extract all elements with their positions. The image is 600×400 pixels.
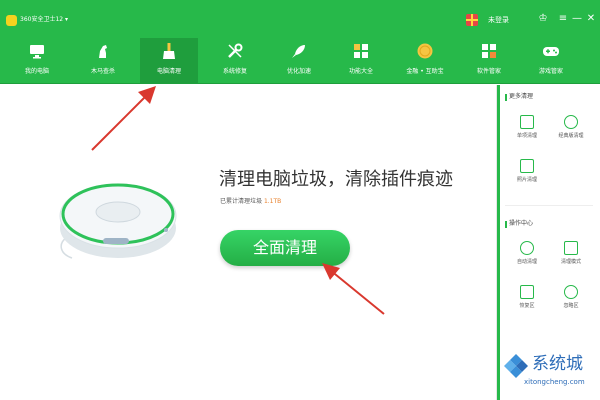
title-bar: 360安全卫士12 ▾ 未登录 ♔ ≡ — ✕ [0,0,600,38]
nav-label: 金融 • 互助宝 [406,68,444,75]
sidebar-item-auto-clean[interactable]: 自动清理 [507,241,547,271]
software-icon [482,44,496,58]
sidebar-item-restore[interactable]: 恢复区 [507,285,547,315]
sidebar-item-label: 经典版清理 [558,133,584,139]
watermark-url: xitongcheng.com [524,378,585,386]
nav-game-manager[interactable]: 游戏管家 [522,38,580,84]
rocket-icon [292,45,305,58]
single-clean-icon [520,115,534,129]
watermark-logo-icon [504,354,528,378]
monitor-icon [30,45,44,59]
sidebar-accent-bar [497,85,500,400]
section-title-more-clean: 更多清理 [509,93,534,100]
minimize-button[interactable]: — [570,12,584,26]
sidebar-item-label: 恢复区 [519,303,535,309]
auto-clean-icon [520,241,534,255]
nav-label: 我的电脑 [24,68,49,75]
sidebar-item-label: 清理模式 [560,259,581,265]
section-marker [505,94,507,101]
sidebar-item-ignore[interactable]: 忽略区 [551,285,591,315]
arrow-to-nav-clean [91,86,156,151]
sidebar-item-label: 忽略区 [563,303,579,309]
cleaned-total-value: 1.1TB [263,198,282,205]
clean-mode-icon [564,241,578,255]
cleaned-total-label: 已累计清理垃圾 [220,198,263,205]
skin-icon[interactable]: ♔ [536,12,550,26]
classic-clean-icon [564,115,578,129]
broom-icon [163,43,175,59]
nav-pc-clean[interactable]: 电脑清理 [140,38,198,84]
sidebar-item-label: 照片清理 [516,177,537,183]
section-title-operation-center: 操作中心 [509,220,534,227]
grid-icon [354,44,368,58]
section-marker [505,221,507,228]
app-logo-icon [6,15,17,26]
gamepad-icon [543,47,559,56]
restore-icon [520,285,534,299]
nav-speed-up[interactable]: 优化加速 [270,38,328,84]
nav-label: 系统修复 [222,68,247,75]
sidebar-item-label: 单项清理 [516,133,537,139]
nav-software-manager[interactable]: 软件管家 [460,38,518,84]
sidebar-item-photo-clean[interactable]: 照片清理 [507,159,547,189]
cleaned-total: 已累计清理垃圾 1.1TB [220,198,281,206]
arrow-to-clean-button [322,263,385,315]
horse-icon [99,45,107,58]
sidebar-item-clean-mode[interactable]: 清理模式 [551,241,591,271]
photo-clean-icon [520,159,534,173]
nav-trojan-scan[interactable]: 木马查杀 [74,38,132,84]
wrench-icon [228,43,243,58]
sidebar-item-label: 自动清理 [516,259,537,265]
ignore-icon [564,285,578,299]
menu-icon[interactable]: ≡ [556,12,570,26]
robot-vacuum-illustration [59,183,177,259]
close-button[interactable]: ✕ [584,12,598,26]
watermark-text: 系统城 [532,354,583,374]
nav-label: 游戏管家 [538,68,563,75]
page-title: 清理电脑垃圾，清除插件痕迹 [219,169,453,190]
nav-label: 木马查杀 [90,68,115,75]
full-clean-button[interactable]: 全面清理 [220,230,350,266]
nav-label: 优化加速 [286,68,311,75]
nav-finance[interactable]: 金融 • 互助宝 [396,38,454,84]
sidebar-divider [505,205,593,206]
nav-label: 软件管家 [476,68,501,75]
nav-my-computer[interactable]: 我的电脑 [8,38,66,84]
nav-label: 功能大全 [348,68,373,75]
nav-label: 电脑清理 [156,68,181,75]
app-window: 360安全卫士12 ▾ 未登录 ♔ ≡ — ✕ 我的电脑 木马查杀 电脑清理 系… [0,0,600,400]
coin-icon [417,43,433,59]
sidebar-item-single-clean[interactable]: 单项清理 [507,115,547,145]
app-title[interactable]: 360安全卫士12 ▾ [20,15,68,25]
gift-icon[interactable] [466,14,478,26]
login-link[interactable]: 未登录 [488,15,509,25]
sidebar-item-classic-clean[interactable]: 经典版清理 [551,115,591,145]
nav-system-repair[interactable]: 系统修复 [206,38,264,84]
main-nav: 我的电脑 木马查杀 电脑清理 系统修复 优化加速 功能大全 金融 • 互助宝 软… [0,38,600,84]
nav-all-features[interactable]: 功能大全 [332,38,390,84]
